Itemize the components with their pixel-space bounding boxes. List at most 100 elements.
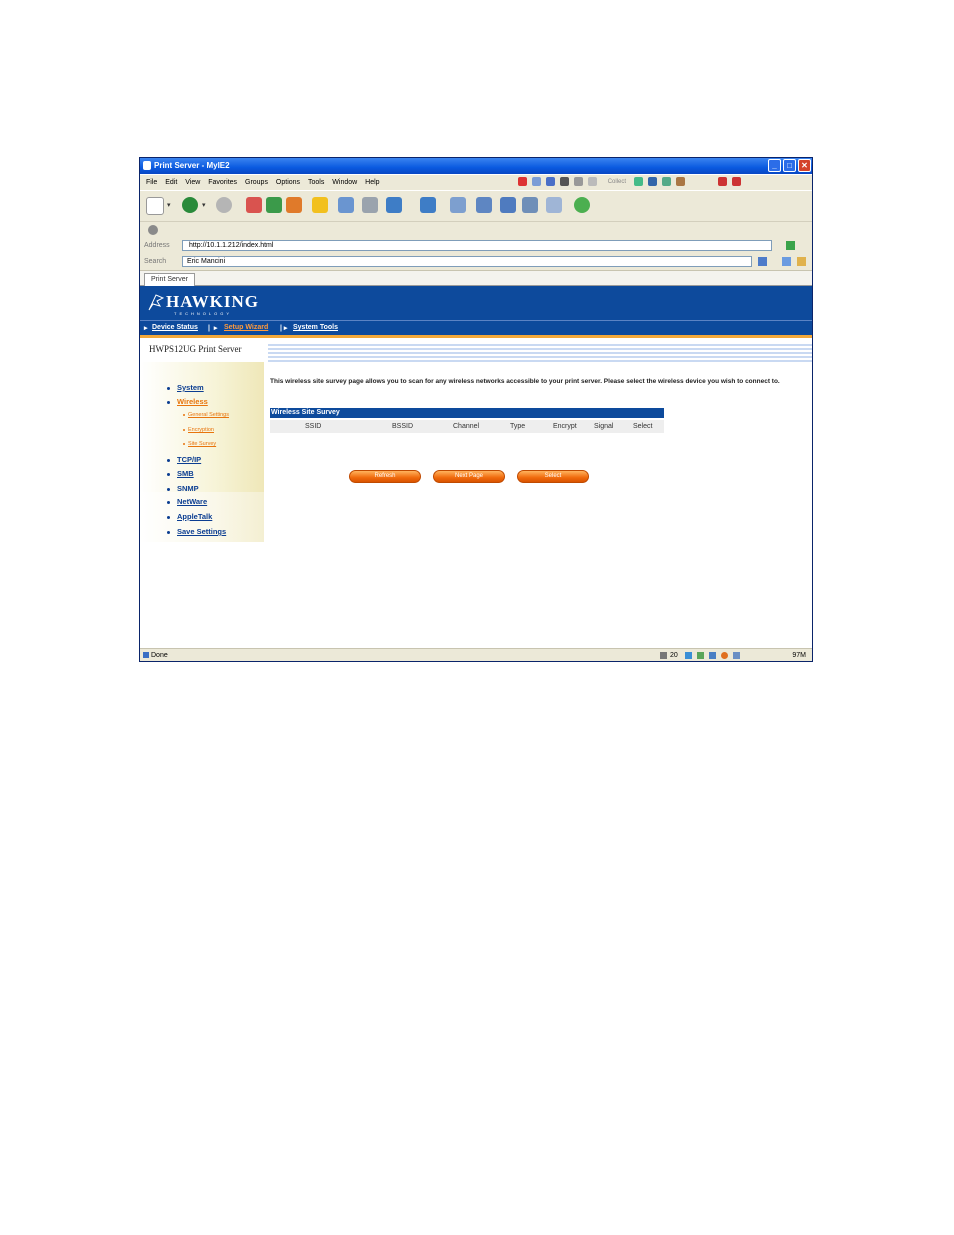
memory-usage: 97M bbox=[792, 652, 806, 659]
browser-window: Print Server - MyIE2 _ □ ✕ File Edit Vie… bbox=[139, 157, 813, 662]
maximize-button[interactable]: □ bbox=[783, 159, 796, 172]
sidebar-item-tcpip[interactable]: TCP/IP bbox=[177, 455, 201, 464]
settings-gear-icon[interactable] bbox=[148, 225, 158, 235]
menu-view[interactable]: View bbox=[185, 179, 200, 186]
tool-icon[interactable] bbox=[573, 177, 583, 186]
collect-icon-3[interactable] bbox=[661, 177, 671, 186]
page-header: HWPS12UG Print Server bbox=[140, 338, 812, 362]
sidebar-item-save-settings[interactable]: Save Settings bbox=[177, 527, 226, 536]
collect-icon-2[interactable] bbox=[647, 177, 657, 186]
trash-icon[interactable] bbox=[660, 652, 667, 659]
menu-groups[interactable]: Groups bbox=[245, 179, 268, 186]
logo-subtext: TECHNOLOGY bbox=[174, 311, 233, 316]
survey-title: Wireless Site Survey bbox=[271, 409, 340, 416]
window-title: Print Server - MyIE2 bbox=[154, 161, 230, 170]
sidebar-sub-general-settings[interactable]: General Settings bbox=[188, 412, 229, 418]
sidebar-item-netware[interactable]: NetWare bbox=[177, 497, 207, 506]
collect-label[interactable]: Collect bbox=[608, 179, 626, 185]
save-icon[interactable] bbox=[545, 177, 555, 186]
address-label: Address bbox=[144, 242, 170, 249]
nav-system-tools[interactable]: System Tools bbox=[293, 324, 338, 331]
go-button-icon[interactable] bbox=[786, 241, 795, 250]
plugin-icon[interactable] bbox=[518, 177, 527, 186]
menu-edit[interactable]: Edit bbox=[165, 179, 177, 186]
favorites-star-icon[interactable] bbox=[312, 197, 328, 213]
page-status-icon bbox=[143, 652, 149, 658]
page-tools-icon[interactable] bbox=[546, 197, 562, 213]
stop-icon[interactable] bbox=[246, 197, 262, 213]
undo-icon[interactable] bbox=[420, 197, 436, 213]
refresh-icon[interactable] bbox=[266, 197, 282, 213]
status-icon-4[interactable] bbox=[721, 652, 728, 659]
search-value[interactable]: Eric Mancini bbox=[187, 258, 225, 265]
menu-help[interactable]: Help bbox=[365, 179, 379, 186]
refresh-button[interactable]: Refresh bbox=[349, 470, 421, 483]
history-icon[interactable] bbox=[338, 197, 354, 213]
select-button[interactable]: Select bbox=[517, 470, 589, 483]
menu-file[interactable]: File bbox=[146, 179, 157, 186]
menu-favorites[interactable]: Favorites bbox=[208, 179, 237, 186]
app-icon bbox=[143, 161, 151, 170]
star-icon[interactable] bbox=[587, 177, 597, 186]
sidebar-item-appletalk[interactable]: AppleTalk bbox=[177, 512, 212, 521]
close-tab-icon[interactable] bbox=[717, 177, 727, 186]
window-icon[interactable] bbox=[522, 197, 538, 213]
col-type: Type bbox=[510, 423, 526, 430]
compass-icon[interactable] bbox=[559, 177, 569, 186]
collect-icon-1[interactable] bbox=[634, 177, 644, 186]
menu-window[interactable]: Window bbox=[332, 179, 357, 186]
search-bar: Search Eric Mancini bbox=[140, 254, 812, 271]
sidebar-item-smb[interactable]: SMB bbox=[177, 469, 194, 478]
columns-icon[interactable] bbox=[476, 197, 492, 213]
close-all-icon[interactable] bbox=[731, 177, 741, 186]
sidebar-sub-encryption[interactable]: Encryption bbox=[188, 427, 214, 433]
new-page-icon[interactable] bbox=[146, 197, 164, 215]
minimize-button[interactable]: _ bbox=[768, 159, 781, 172]
status-bar: Done 20 97M bbox=[140, 648, 812, 661]
sidebar-item-wireless[interactable]: Wireless bbox=[177, 397, 208, 406]
search-label: Search bbox=[144, 258, 167, 265]
print-icon[interactable] bbox=[362, 197, 378, 213]
page-icon[interactable] bbox=[531, 177, 541, 186]
sidebar-item-system[interactable]: System bbox=[177, 383, 204, 392]
survey-table-title: Wireless Site Survey bbox=[270, 408, 664, 418]
tab-strip: Print Server bbox=[140, 271, 812, 286]
sidebar-sub-site-survey[interactable]: Site Survey bbox=[188, 441, 216, 447]
collect-icon-4[interactable] bbox=[675, 177, 685, 186]
search-field[interactable]: Eric Mancini bbox=[182, 256, 752, 267]
layout-icon[interactable] bbox=[450, 197, 466, 213]
search-options-icon[interactable] bbox=[782, 257, 791, 266]
menu-options[interactable]: Options bbox=[276, 179, 300, 186]
address-url[interactable]: http://10.1.1.212/index.html bbox=[189, 242, 273, 249]
status-icon-2[interactable] bbox=[697, 652, 704, 659]
menu-tools[interactable]: Tools bbox=[308, 179, 324, 186]
secondary-toolbar bbox=[140, 222, 812, 239]
page-content: HAWKING TECHNOLOGY ▸ Device Status | ▸ S… bbox=[140, 286, 812, 648]
intro-text: This wireless site survey page allows yo… bbox=[270, 378, 780, 385]
status-icon-1[interactable] bbox=[685, 652, 692, 659]
search-engine-icon[interactable] bbox=[758, 257, 767, 266]
nav-setup-wizard[interactable]: Setup Wizard bbox=[224, 324, 268, 331]
forward-icon[interactable] bbox=[216, 197, 232, 213]
tab-print-server[interactable]: Print Server bbox=[144, 273, 195, 286]
next-page-button[interactable]: Next Page bbox=[433, 470, 505, 483]
status-count: 20 bbox=[670, 652, 678, 659]
nav-device-status[interactable]: Device Status bbox=[152, 324, 198, 331]
highlight-icon[interactable] bbox=[797, 257, 806, 266]
home-icon[interactable] bbox=[286, 197, 302, 213]
col-signal: Signal bbox=[594, 423, 614, 430]
go-icon[interactable] bbox=[574, 197, 590, 213]
main-toolbar: ▾ ▾ bbox=[140, 191, 812, 222]
col-select: Select bbox=[633, 423, 653, 430]
download-icon[interactable] bbox=[386, 197, 402, 213]
col-ssid: SSID bbox=[305, 423, 322, 430]
status-text: Done bbox=[151, 652, 168, 659]
menu-icon-strip: Collect bbox=[518, 177, 744, 186]
close-button[interactable]: ✕ bbox=[798, 159, 811, 172]
address-field[interactable]: http://10.1.1.212/index.html bbox=[182, 240, 772, 251]
col-channel: Channel bbox=[453, 423, 480, 430]
status-icon-3[interactable] bbox=[709, 652, 716, 659]
status-icon-5[interactable] bbox=[733, 652, 740, 659]
back-icon[interactable] bbox=[182, 197, 198, 213]
panel-icon[interactable] bbox=[500, 197, 516, 213]
